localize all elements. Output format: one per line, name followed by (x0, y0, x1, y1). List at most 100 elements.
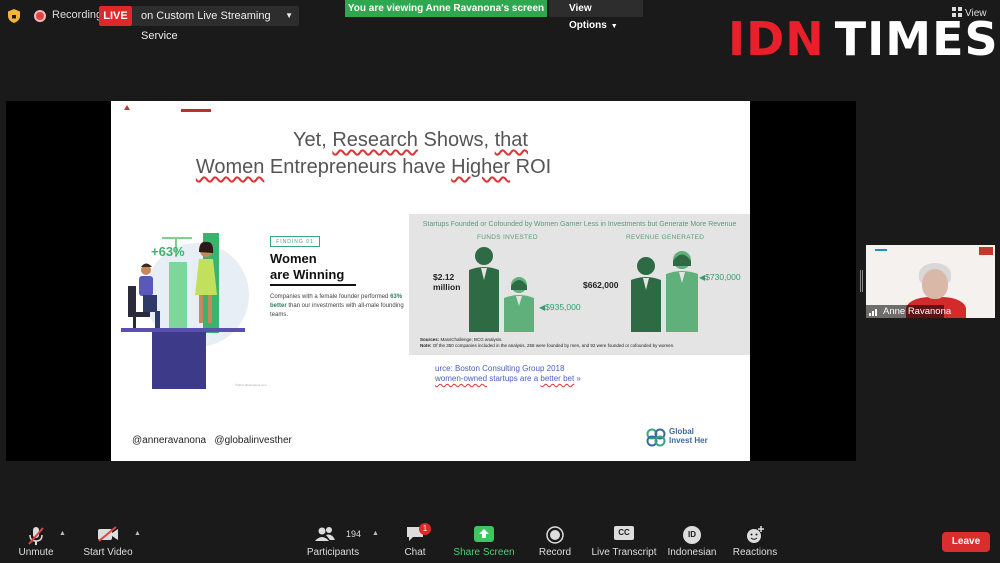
value-text: $730,000 (705, 272, 741, 282)
bcg-infographic: Startups Founded or Cofounded by Women G… (409, 214, 750, 355)
female-founders-revenue-figure (666, 251, 698, 332)
reactions-button[interactable]: Reactions (730, 520, 780, 563)
closed-captions-icon: CC (614, 526, 634, 540)
male-founders-funds-figure (469, 247, 499, 332)
slide-corner-mark (124, 105, 130, 110)
women-winning-heading: Women are Winning (270, 251, 356, 286)
streaming-service-dropdown[interactable]: on Custom Live Streaming Service ▼ (132, 6, 299, 42)
note-label: Note: (420, 343, 432, 348)
smiley-plus-icon (747, 526, 764, 543)
record-label: Record (538, 547, 572, 558)
chat-label: Chat (404, 547, 426, 558)
slide-title-line2: Women Entrepreneurs have Higher ROI (111, 156, 693, 179)
reactions-label: Reactions (732, 547, 778, 558)
participant-name: Anne Ravanona (883, 306, 952, 317)
chat-unread-badge: 1 (419, 523, 431, 535)
revenue-generated-label: REVENUE GENERATED (626, 234, 705, 241)
language-globe-icon: ID (683, 526, 701, 544)
illustration-stat: +63% (151, 244, 185, 259)
sources-label: Sources: (420, 337, 440, 342)
title-spellcheck-word: Research (332, 129, 418, 151)
streaming-service-label: on Custom Live Streaming Service (141, 10, 271, 42)
unmute-button[interactable]: Unmute (10, 520, 62, 563)
unmute-label: Unmute (18, 547, 54, 558)
slide-controls[interactable] (111, 454, 151, 460)
participants-button[interactable]: 194 Participants (303, 520, 363, 563)
signal-bars-icon (869, 309, 877, 316)
video-camera-off-icon (98, 526, 118, 542)
video-options-caret-icon[interactable]: ▲ (134, 530, 141, 537)
value-unit: million (433, 282, 461, 292)
chat-button[interactable]: 1 Chat (398, 520, 432, 563)
leave-button[interactable]: Leave (942, 532, 990, 552)
slide-accent-bar (181, 109, 211, 112)
heading-underline (270, 284, 356, 286)
title-spellcheck-word: Women (195, 156, 265, 178)
source-link[interactable]: women-owned startups are a better bet » (435, 374, 581, 383)
view-options-label: View Options (569, 3, 607, 31)
social-handles: @anneravanona @globalinvesther (132, 435, 292, 446)
title-text: Yet, (293, 129, 333, 151)
record-button[interactable]: Record (535, 520, 575, 563)
recording-icon (34, 10, 46, 22)
share-screen-label: Share Screen (453, 547, 515, 558)
view-options-button[interactable]: View Options ▼ (549, 0, 643, 31)
panel-resize-handle[interactable] (860, 270, 863, 292)
microphone-muted-icon (28, 527, 44, 545)
language-label: Indonesian (667, 547, 717, 558)
title-text: ROI (510, 156, 552, 178)
revenue-men-value: $662,000 (583, 280, 619, 290)
source-spellcheck-word: better bet (540, 374, 575, 383)
logo-line: Invest Her (669, 436, 708, 445)
heading-line: are Winning (270, 267, 345, 282)
finding-tag: FINDING 01 (270, 236, 320, 247)
title-text: Shows, (417, 129, 495, 151)
global-invest-her-logo-text: Global Invest Her (669, 427, 708, 445)
participant-video-thumbnail[interactable]: Anne Ravanona (866, 245, 995, 318)
record-icon (546, 526, 564, 544)
zoom-meeting-window: Recording LIVE on Custom Live Streaming … (0, 0, 1000, 563)
participants-caret-icon[interactable]: ▲ (372, 530, 379, 537)
sources-text: MassChallenge; BCG analysis. (439, 337, 503, 342)
funds-invested-label: FUNDS INVESTED (477, 234, 538, 241)
participant-count: 194 (346, 529, 362, 539)
funds-men-value: $2.12 million (433, 272, 460, 292)
participants-icon (315, 527, 335, 541)
value-text: $935,000 (545, 302, 581, 312)
revenue-women-value: ◀$730,000 (699, 272, 741, 283)
start-video-label: Start Video (83, 547, 133, 558)
live-badge[interactable]: LIVE (99, 6, 132, 26)
start-video-button[interactable]: Start Video (80, 520, 136, 563)
value-text: $2.12 (433, 272, 455, 282)
finding-body: Companies with a female founder performe… (270, 293, 410, 320)
chevron-down-icon: ▼ (285, 11, 293, 20)
female-founders-funds-figure (504, 277, 534, 332)
illustration-credit: ©Qifun illustrations.com (235, 383, 267, 387)
recording-label: Recording (52, 9, 103, 21)
title-spellcheck-word: that (494, 129, 528, 151)
body-text: Companies with a female founder performe… (270, 294, 391, 300)
audio-options-caret-icon[interactable]: ▲ (59, 530, 66, 537)
heading-line: Women (270, 251, 317, 266)
male-founders-revenue-figure (631, 257, 661, 332)
note-text: Of the 350 companies included in the ana… (431, 343, 675, 348)
slide-title-line1: Yet, Research Shows, that (111, 129, 730, 152)
funds-women-value: ◀$935,000 (539, 302, 581, 313)
participants-label: Participants (306, 547, 360, 558)
background-logo (875, 249, 887, 257)
source-text: » (574, 374, 581, 383)
idn-times-watermark: IDN TIMES (728, 14, 999, 64)
logo-line: Global (669, 427, 694, 436)
viewing-screen-banner: You are viewing Anne Ravanona's screen (345, 0, 547, 17)
title-text: Entrepreneurs have (264, 156, 452, 178)
participant-face (922, 269, 948, 299)
watermark-part2: TIMES (834, 12, 999, 66)
language-interpretation-button[interactable]: ID Indonesian (666, 520, 718, 563)
women-winning-illustration: +63% (121, 233, 249, 389)
share-screen-button[interactable]: Share Screen (453, 520, 515, 563)
security-shield-icon[interactable] (8, 9, 20, 23)
body-text: than our investments with all-male found… (270, 303, 404, 318)
live-transcript-button[interactable]: CC Live Transcript (590, 520, 658, 563)
chevron-down-icon: ▼ (610, 23, 618, 30)
source-citation: urce: Boston Consulting Group 2018 (435, 364, 565, 373)
